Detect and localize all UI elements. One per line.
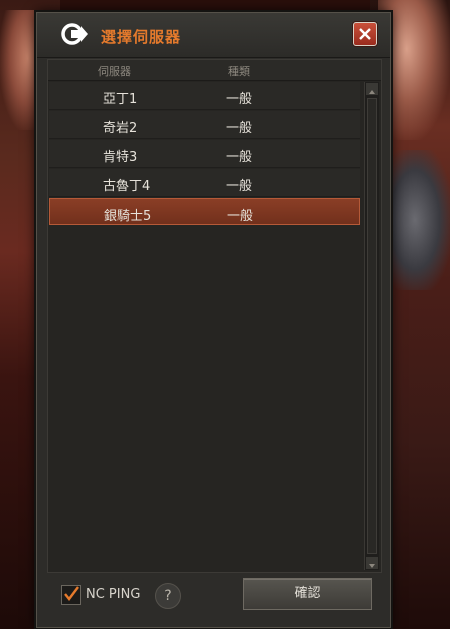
server-rows: 亞丁1 一般 奇岩2 一般 肯特3 一般 古魯丁4 一般 銀騎士5 一般	[49, 82, 360, 226]
close-icon	[359, 28, 371, 40]
server-name: 亞丁1	[103, 92, 138, 107]
confirm-button[interactable]: 確認	[243, 578, 372, 610]
list-scrollbar[interactable]	[364, 82, 379, 570]
server-select-dialog: 選擇伺服器 伺服器 種類 亞丁1 一般 奇岩2 一般 肯特3 一般 古魯丁4 一…	[36, 12, 391, 628]
arrow-up-icon	[369, 90, 375, 94]
close-button[interactable]	[353, 22, 377, 46]
column-header-server: 伺服器	[98, 65, 131, 78]
nc-ping-label: NC PING	[86, 587, 141, 602]
scroll-up-button[interactable]	[366, 83, 378, 95]
scroll-down-button[interactable]	[366, 557, 378, 569]
server-name: 銀騎士5	[104, 209, 152, 224]
dialog-titlebar: 選擇伺服器	[37, 13, 390, 58]
column-header-type: 種類	[228, 65, 250, 78]
nc-ping-checkbox[interactable]	[61, 585, 81, 605]
dialog-title: 選擇伺服器	[101, 28, 182, 46]
server-row[interactable]: 古魯丁4 一般	[49, 169, 360, 197]
server-name: 肯特3	[103, 150, 138, 165]
server-type: 一般	[226, 121, 253, 136]
server-type: 一般	[226, 150, 253, 165]
server-name: 奇岩2	[103, 121, 138, 136]
server-name: 古魯丁4	[103, 179, 151, 194]
checkmark-icon	[64, 586, 79, 601]
help-icon[interactable]: ?	[155, 583, 181, 609]
server-type: 一般	[226, 92, 253, 107]
server-row[interactable]: 肯特3 一般	[49, 140, 360, 168]
server-type: 一般	[226, 179, 253, 194]
server-row[interactable]: 奇岩2 一般	[49, 111, 360, 139]
list-header: 伺服器 種類	[48, 60, 381, 81]
server-row[interactable]: 亞丁1 一般	[49, 82, 360, 110]
server-row-selected[interactable]: 銀騎士5 一般	[49, 198, 360, 225]
server-type: 一般	[227, 209, 254, 224]
server-list: 伺服器 種類 亞丁1 一般 奇岩2 一般 肯特3 一般 古魯丁4 一般 銀騎士5	[47, 59, 382, 573]
scroll-thumb[interactable]	[367, 98, 377, 554]
arrow-down-icon	[369, 564, 375, 568]
game-logo-icon	[61, 22, 89, 46]
